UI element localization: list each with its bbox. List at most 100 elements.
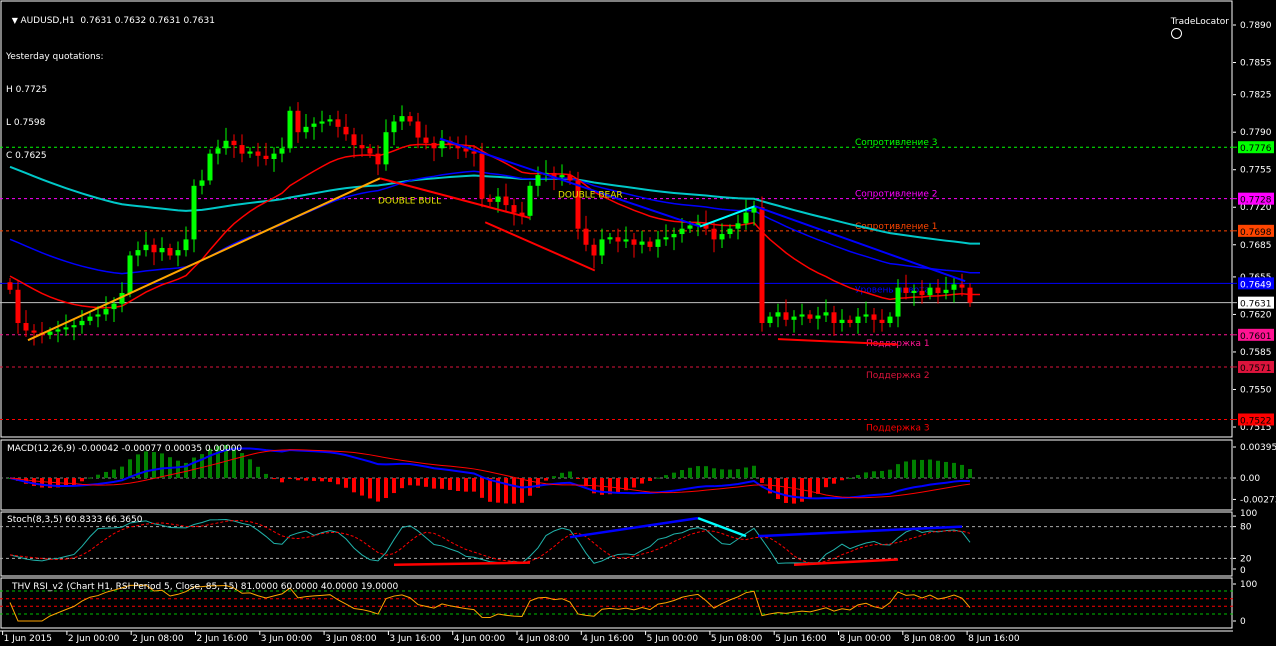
price-tag-label: 0.7601 (1240, 332, 1272, 342)
macd-histogram-bar (616, 478, 620, 493)
time-tick-label: 4 Jun 08:00 (518, 634, 570, 644)
candle-body (639, 241, 645, 245)
yesterday-title: Yesterday quotations: (6, 52, 104, 62)
price-tag-label: 0.7776 (1240, 144, 1272, 154)
macd-histogram-bar (416, 478, 420, 486)
candle-body (335, 119, 341, 127)
tradelocator-logo-icon (1170, 28, 1182, 39)
macd-histogram-bar (832, 478, 836, 484)
macd-histogram-bar (904, 461, 908, 478)
candle-body (47, 331, 53, 335)
candle-body (839, 319, 845, 324)
macd-histogram-bar (672, 472, 676, 478)
candle-body (367, 148, 373, 154)
macd-histogram-bar (96, 474, 100, 478)
macd-histogram-bar (816, 478, 820, 494)
macd-histogram-bar (248, 459, 252, 478)
time-tick-label: 5 Jun 08:00 (711, 634, 763, 644)
yesterday-low: L 0.7598 (6, 118, 46, 128)
candle-body (503, 196, 509, 206)
candle-body (535, 175, 541, 186)
candle-body (319, 121, 325, 124)
macd-histogram-bar (128, 459, 132, 478)
macd-histogram-bar (488, 478, 492, 502)
candle-body (159, 247, 165, 253)
candle-body (111, 303, 117, 310)
price-tick-label: 0.7790 (1240, 128, 1272, 138)
candle-body (647, 241, 653, 247)
candle-body (15, 289, 21, 324)
candle-body (375, 153, 381, 165)
candle-body (863, 314, 869, 317)
candle-body (919, 290, 925, 296)
candle-body (711, 228, 717, 240)
macd-histogram-bar (792, 478, 796, 504)
candle-body (103, 309, 109, 315)
macd-histogram-bar (440, 478, 444, 489)
macd-histogram-bar (424, 478, 428, 487)
candle-body (743, 212, 749, 224)
candle-body (95, 314, 101, 317)
macd-histogram-bar (856, 474, 860, 478)
candle-body (911, 290, 917, 293)
macd-histogram-bar (384, 478, 388, 498)
candle-body (799, 314, 805, 317)
candle-body (895, 287, 901, 317)
symbol-header: ▼ AUDUSD,H1 0.7631 0.7632 0.7631 0.7631 (6, 4, 215, 27)
macd-histogram-bar (744, 467, 748, 478)
candle-body (887, 316, 893, 324)
macd-histogram-bar (552, 476, 556, 478)
candle-body (847, 319, 853, 324)
candle-body (943, 289, 949, 293)
candle-body (327, 119, 333, 122)
rsi-title: THV RSI_v2 (Chart H1, RSI Period 5, Clos… (11, 582, 398, 592)
candle-body (831, 312, 837, 324)
price-chart[interactable]: Сопротивление 3 Сопротивление 2 Сопротивле… (0, 0, 1276, 646)
time-tick-label: 2 Jun 00:00 (68, 634, 120, 644)
stoch-tick-label: 20 (1240, 554, 1252, 564)
level-label: Поддержка 2 (866, 371, 930, 381)
level-label: Сопротивление 3 (855, 138, 937, 148)
macd-histogram-bar (736, 469, 740, 478)
candle-body (655, 239, 661, 247)
candle-body (63, 327, 69, 330)
candle-body (287, 110, 293, 149)
candle-body (223, 140, 229, 149)
macd-histogram-bar (520, 478, 524, 503)
macd-histogram-bar (104, 471, 108, 478)
macd-histogram-bar (176, 460, 180, 478)
candle-body (583, 228, 589, 245)
macd-histogram-bar (32, 478, 36, 486)
yesterday-quotations: Yesterday quotations: H 0.7725 L 0.7598 … (6, 30, 103, 173)
macd-histogram-bar (648, 478, 652, 481)
macd-histogram-bar (952, 462, 956, 478)
macd-histogram-bar (464, 478, 468, 492)
candle-body (967, 287, 973, 303)
candle-body (359, 145, 365, 149)
candle-body (927, 287, 933, 296)
macd-histogram-bar (112, 469, 116, 478)
macd-histogram-bar (400, 478, 404, 489)
stoch-title: Stoch(8,3,5) 60.8333 66.3650 (7, 515, 143, 525)
candle-body (815, 315, 821, 319)
tradelocator-badge[interactable]: TradeLocator (1165, 6, 1229, 41)
candle-body (567, 175, 573, 181)
macd-histogram-bar (144, 451, 148, 478)
candle-body (511, 205, 517, 213)
candle-body (279, 148, 285, 154)
candle-body (143, 244, 149, 251)
price-tick-label: 0.7550 (1240, 385, 1272, 395)
candle-body (495, 196, 501, 202)
price-tag-label: 0.7728 (1240, 196, 1272, 206)
candle-body (383, 132, 389, 165)
macd-histogram-bar (664, 475, 668, 478)
candle-body (23, 323, 29, 331)
macd-histogram-bar (848, 477, 852, 479)
candle-body (471, 151, 477, 154)
macd-histogram-bar (328, 478, 332, 482)
macd-histogram-bar (808, 478, 812, 499)
time-tick-label: 5 Jun 00:00 (647, 634, 699, 644)
macd-histogram-bar (320, 478, 324, 482)
macd-histogram-bar (296, 478, 300, 481)
candle-body (415, 121, 421, 138)
